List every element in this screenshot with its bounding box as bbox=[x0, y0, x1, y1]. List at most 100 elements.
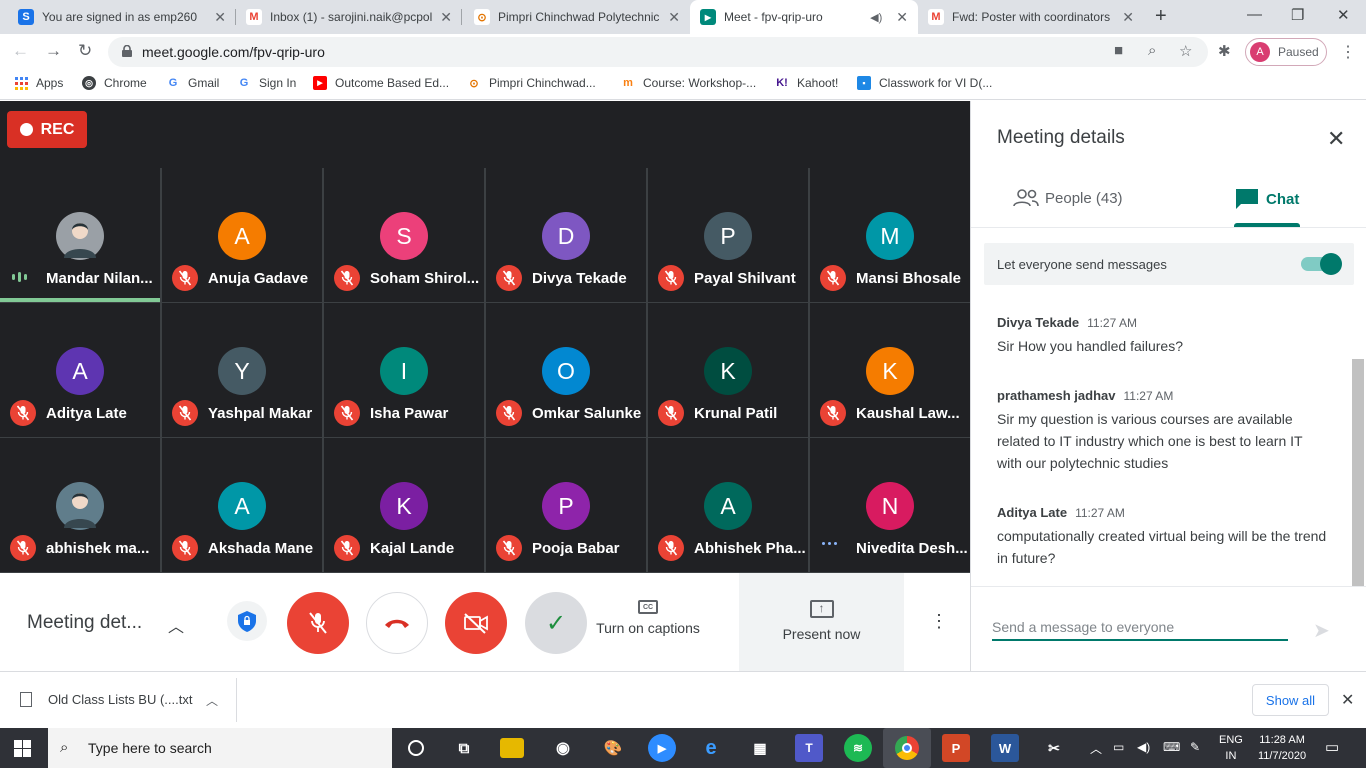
captions-button[interactable]: CC Turn on captions bbox=[590, 600, 706, 636]
paint-icon[interactable]: 🎨 bbox=[599, 734, 627, 762]
participant-tile[interactable]: Y Yashpal Makar bbox=[162, 303, 322, 437]
notifications-icon[interactable]: ▭ bbox=[1325, 738, 1339, 756]
language-bar-icon[interactable]: ⌨ bbox=[1163, 740, 1180, 754]
chrome-taskbar-icon[interactable] bbox=[883, 728, 931, 768]
zoom-icon[interactable]: ⌕ bbox=[1148, 42, 1156, 59]
browser-tab-active[interactable]: ▶ Meet - fpv-qrip-uro ◀) ✕ bbox=[690, 0, 918, 34]
bookmark-sign-in[interactable]: G Sign In bbox=[237, 76, 297, 90]
chevron-up-icon[interactable]: ︿ bbox=[206, 692, 218, 709]
camera-icon[interactable]: ■ bbox=[1114, 42, 1123, 59]
leave-call-button[interactable] bbox=[366, 592, 428, 654]
close-tab-icon[interactable]: ✕ bbox=[668, 9, 680, 26]
bookmark-classwork[interactable]: ▪ Classwork for VI D(... bbox=[857, 76, 992, 90]
forward-icon[interactable]: → bbox=[45, 41, 62, 61]
close-panel-icon[interactable]: ✕ bbox=[1327, 126, 1345, 152]
back-icon[interactable]: ← bbox=[12, 41, 29, 61]
participant-tile[interactable]: I Isha Pawar bbox=[324, 303, 484, 437]
volume-icon[interactable]: ◀) bbox=[1137, 740, 1150, 754]
divider bbox=[971, 227, 1366, 228]
show-all-button[interactable]: Show all bbox=[1252, 684, 1329, 716]
tab-chat[interactable]: Chat bbox=[1236, 189, 1299, 209]
bookmark-pimpri[interactable]: ⊙ Pimpri Chinchwad... bbox=[467, 76, 595, 90]
participant-tile[interactable]: K Kajal Lande bbox=[324, 438, 484, 572]
teams-icon[interactable]: T bbox=[795, 734, 823, 762]
powerpoint-icon[interactable]: P bbox=[942, 734, 970, 762]
close-tab-icon[interactable]: ✕ bbox=[896, 9, 908, 26]
present-now-button[interactable]: ↑ Present now bbox=[739, 573, 904, 671]
browser-tab[interactable]: ⊙ Pimpri Chinchwad Polytechnic ✕ bbox=[464, 0, 690, 34]
tray-chevron-icon[interactable]: ︿ bbox=[1090, 740, 1102, 757]
bookmark-gmail[interactable]: G Gmail bbox=[166, 76, 220, 90]
spotify-icon[interactable]: ≋ bbox=[844, 734, 872, 762]
bookmark-course[interactable]: m Course: Workshop-... bbox=[621, 76, 756, 90]
participant-tile[interactable]: A Aditya Late bbox=[0, 303, 160, 437]
windows-start-icon[interactable] bbox=[14, 740, 31, 757]
panel-title: Meeting details bbox=[997, 127, 1125, 148]
bookmark-apps[interactable]: Apps bbox=[14, 76, 63, 90]
participant-tile[interactable]: O Omkar Salunke bbox=[486, 303, 646, 437]
input-language[interactable]: ENG IN bbox=[1219, 732, 1243, 764]
close-tab-icon[interactable]: ✕ bbox=[1122, 9, 1134, 26]
restore-icon[interactable]: ❐ bbox=[1291, 6, 1304, 24]
obs-icon[interactable]: ◉ bbox=[549, 734, 577, 762]
taskbar-search-box[interactable]: ⌕ Type here to search bbox=[48, 728, 392, 768]
search-placeholder: Type here to search bbox=[88, 740, 212, 756]
chevron-up-icon[interactable]: ︿ bbox=[168, 613, 184, 637]
browser-tab[interactable]: M Inbox (1) - sarojini.naik@pcpol ✕ bbox=[236, 0, 462, 34]
camera-toggle-button[interactable] bbox=[445, 592, 507, 654]
host-controls-button[interactable] bbox=[227, 601, 267, 641]
bookmark-kahoot[interactable]: K! Kahoot! bbox=[775, 76, 838, 90]
close-tab-icon[interactable]: ✕ bbox=[214, 9, 226, 26]
toggle-knob[interactable] bbox=[1320, 253, 1342, 275]
close-tab-icon[interactable]: ✕ bbox=[440, 9, 452, 26]
participant-tile[interactable]: A Anuja Gadave bbox=[162, 168, 322, 302]
participant-tile[interactable]: abhishek ma... bbox=[0, 438, 160, 572]
participant-tile[interactable]: A Akshada Mane bbox=[162, 438, 322, 572]
meeting-details-label[interactable]: Meeting det... bbox=[27, 612, 142, 634]
reload-icon[interactable]: ↻ bbox=[78, 41, 92, 61]
participant-tile[interactable]: P Payal Shilvant bbox=[648, 168, 808, 302]
edge-icon[interactable]: e bbox=[697, 734, 725, 762]
participant-tile[interactable]: D Divya Tekade bbox=[486, 168, 646, 302]
participant-tile[interactable]: S Soham Shirol... bbox=[324, 168, 484, 302]
close-shelf-icon[interactable]: ✕ bbox=[1341, 690, 1354, 710]
bookmark-chrome[interactable]: ◎ Chrome bbox=[82, 76, 147, 90]
download-item[interactable]: Old Class Lists BU (....txt bbox=[20, 692, 192, 707]
zoom-app-icon[interactable]: ▶ bbox=[648, 734, 676, 762]
participant-tile[interactable]: M Mansi Bhosale bbox=[810, 168, 970, 302]
send-icon[interactable]: ➤ bbox=[1313, 618, 1330, 643]
calculator-icon[interactable]: ▦ bbox=[746, 734, 774, 762]
browser-tab[interactable]: M Fwd: Poster with coordinators ✕ bbox=[918, 0, 1144, 34]
system-clock[interactable]: 11:28 AM 11/7/2020 bbox=[1258, 732, 1306, 764]
minimize-icon[interactable]: — bbox=[1247, 6, 1262, 23]
extensions-icon[interactable]: ✱ bbox=[1218, 42, 1231, 60]
participant-tile[interactable]: A Abhishek Pha... bbox=[648, 438, 808, 572]
browser-tab[interactable]: S You are signed in as emp260 ✕ bbox=[8, 0, 236, 34]
profile-button[interactable]: A Paused bbox=[1245, 38, 1327, 66]
cortana-icon[interactable] bbox=[402, 734, 430, 762]
task-view-icon[interactable]: ⧉ bbox=[450, 734, 478, 762]
confirm-button[interactable]: ✓ bbox=[525, 592, 587, 654]
network-icon[interactable]: ▭ bbox=[1113, 740, 1124, 754]
participant-tile[interactable]: P Pooja Babar bbox=[486, 438, 646, 572]
snipping-tool-icon[interactable]: ✂ bbox=[1040, 734, 1068, 762]
pen-icon[interactable]: ✎ bbox=[1190, 740, 1200, 754]
word-icon[interactable]: W bbox=[991, 734, 1019, 762]
participant-tile[interactable]: Mandar Nilan... bbox=[0, 168, 160, 302]
new-tab-icon[interactable]: + bbox=[1155, 5, 1167, 28]
participant-tile[interactable]: K Krunal Patil bbox=[648, 303, 808, 437]
participant-tile[interactable]: K Kaushal Law... bbox=[810, 303, 970, 437]
star-icon[interactable]: ☆ bbox=[1179, 42, 1192, 60]
chat-scrollbar[interactable] bbox=[1352, 359, 1364, 587]
browser-menu-icon[interactable]: ⋮ bbox=[1340, 42, 1356, 62]
participant-tile[interactable]: N Nivedita Desh... bbox=[810, 438, 970, 572]
active-speaker-indicator bbox=[0, 298, 160, 302]
file-explorer-icon[interactable] bbox=[500, 738, 524, 758]
microphone-toggle-button[interactable] bbox=[287, 592, 349, 654]
bookmark-outcome[interactable]: ▶ Outcome Based Ed... bbox=[313, 76, 449, 90]
tab-people[interactable]: People (43) bbox=[1013, 189, 1123, 207]
address-bar[interactable]: meet.google.com/fpv-qrip-uro ■ ⌕ ☆ bbox=[108, 37, 1208, 67]
chat-message-input[interactable]: Send a message to everyone bbox=[992, 619, 1288, 641]
more-options-icon[interactable]: ⋮ bbox=[930, 611, 948, 632]
close-window-icon[interactable]: ✕ bbox=[1337, 6, 1350, 24]
